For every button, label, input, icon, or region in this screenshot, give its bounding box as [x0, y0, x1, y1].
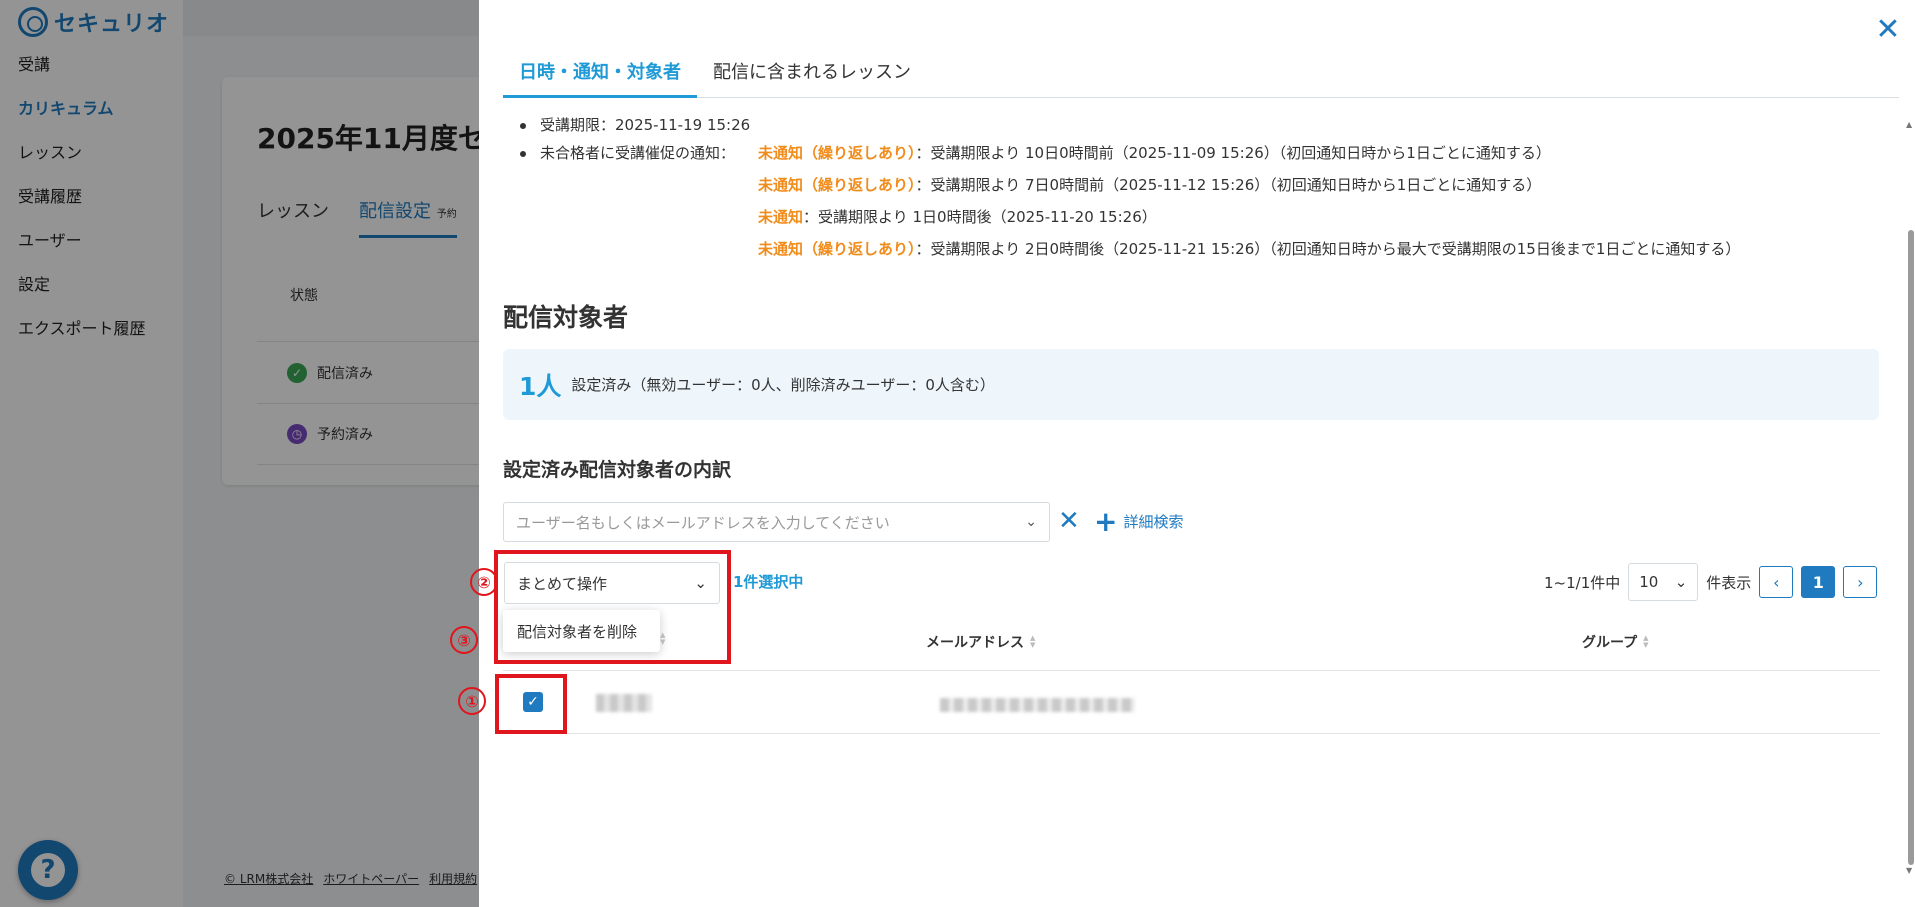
per-page-suffix: 件表示 [1706, 573, 1752, 592]
annotation-number-3: ③ [450, 626, 478, 654]
scrollbar[interactable] [1908, 230, 1914, 865]
email-column-label: メールアドレス [926, 635, 1024, 651]
sort-desc-icon: ▼ [1643, 641, 1649, 649]
reminder-item: 未通知（繰り返しあり）：受講期限より 10日0時間前（2025-11-09 15… [758, 142, 1551, 164]
annotation-box-checkbox [495, 674, 567, 734]
reminder-item: 未通知（繰り返しあり）：受講期限より 2日0時間後（2025-11-21 15:… [758, 238, 1740, 260]
reminder-text: ：受講期限より 1日0時間後（2025-11-20 15:26） [803, 208, 1157, 226]
reminder-text: ：受講期限より 10日0時間前（2025-11-09 15:26）（初回通知日時… [915, 144, 1551, 162]
bullet-icon [520, 150, 526, 157]
blurred-email [940, 698, 1135, 712]
per-page-select[interactable]: 10 ⌄ [1628, 563, 1699, 601]
scroll-down-icon[interactable]: ▼ [1906, 866, 1912, 875]
targets-heading: 配信対象者 [503, 303, 629, 332]
group-column-label: グループ [1582, 635, 1638, 651]
page-button-current[interactable]: 1 [1801, 566, 1836, 598]
annotation-number-1: ① [458, 687, 486, 715]
target-count: 1人 [519, 371, 562, 401]
reminder-text: ：受講期限より 7日0時間前（2025-11-12 15:26）（初回通知日時か… [915, 176, 1542, 194]
next-page-button[interactable]: › [1843, 566, 1878, 598]
reminder-status: 未通知 [758, 208, 804, 226]
result-range: 1~1/1件中 [1544, 573, 1621, 592]
target-count-box: 1人 設定済み（無効ユーザー：0人、削除済みユーザー：0人含む） [503, 349, 1879, 420]
plus-icon: + [1094, 505, 1118, 538]
reminder-label: 未合格者に受講催促の通知： [540, 144, 736, 162]
reminder-text: ：受講期限より 2日0時間後（2025-11-21 15:26）（初回通知日時か… [915, 240, 1741, 258]
deadline-item: 受講期限：2025-11-19 15:26 [520, 114, 750, 136]
user-search-input[interactable]: ユーザー名もしくはメールアドレスを入力してください ⌄ [503, 502, 1050, 542]
breakdown-heading: 設定済み配信対象者の内訳 [503, 459, 732, 481]
close-icon[interactable]: ✕ [1872, 14, 1904, 46]
tab-schedule-notification-targets[interactable]: 日時・通知・対象者 [503, 50, 697, 98]
scroll-up-icon[interactable]: ▲ [1906, 120, 1912, 129]
sort-desc-icon: ▼ [1030, 641, 1036, 649]
reminder-status: 未通知（繰り返しあり） [758, 176, 916, 194]
reminder-label-item: 未合格者に受講催促の通知： [520, 142, 735, 164]
annotation-number-2: ② [470, 568, 498, 596]
advanced-search-label: 詳細検索 [1123, 513, 1184, 531]
blurred-username [596, 694, 652, 712]
table-divider [503, 670, 1880, 671]
prev-page-button[interactable]: ‹ [1759, 566, 1794, 598]
reminder-status: 未通知（繰り返しあり） [758, 144, 916, 162]
sort-icon: ▲ ▼ [1643, 635, 1648, 649]
clear-search-icon[interactable]: ✕ [1058, 506, 1080, 536]
chevron-down-icon[interactable]: ⌄ [1025, 514, 1037, 530]
drawer-panel [479, 0, 1915, 907]
bullet-icon [520, 122, 526, 129]
selected-count: 1件選択中 [733, 573, 804, 591]
reminder-item: 未通知：受講期限より 1日0時間後（2025-11-20 15:26） [758, 206, 1157, 228]
deadline-text: 受講期限：2025-11-19 15:26 [540, 116, 751, 134]
table-divider [503, 733, 1880, 734]
reminder-status: 未通知（繰り返しあり） [758, 240, 916, 258]
reminder-item: 未通知（繰り返しあり）：受講期限より 7日0時間前（2025-11-12 15:… [758, 174, 1541, 196]
email-column-header[interactable]: メールアドレス ▲ ▼ [926, 632, 1035, 652]
group-column-header[interactable]: グループ ▲ ▼ [1582, 632, 1649, 652]
sort-icon: ▲ ▼ [1030, 635, 1035, 649]
per-page-value: 10 [1639, 573, 1659, 591]
drawer-tabs: 日時・通知・対象者 配信に含まれるレッスン [503, 50, 1899, 98]
annotation-box-bulk-action [494, 550, 731, 664]
pagination: 1~1/1件中 10 ⌄ 件表示 ‹ 1 › [1544, 563, 1878, 601]
tab-included-lessons[interactable]: 配信に含まれるレッスン [697, 50, 927, 98]
target-count-detail: 設定済み（無効ユーザー：0人、削除済みユーザー：0人含む） [571, 376, 995, 394]
advanced-search-button[interactable]: + 詳細検索 [1094, 508, 1183, 536]
chevron-down-icon: ⌄ [1674, 573, 1688, 591]
search-placeholder: ユーザー名もしくはメールアドレスを入力してください [516, 513, 890, 532]
